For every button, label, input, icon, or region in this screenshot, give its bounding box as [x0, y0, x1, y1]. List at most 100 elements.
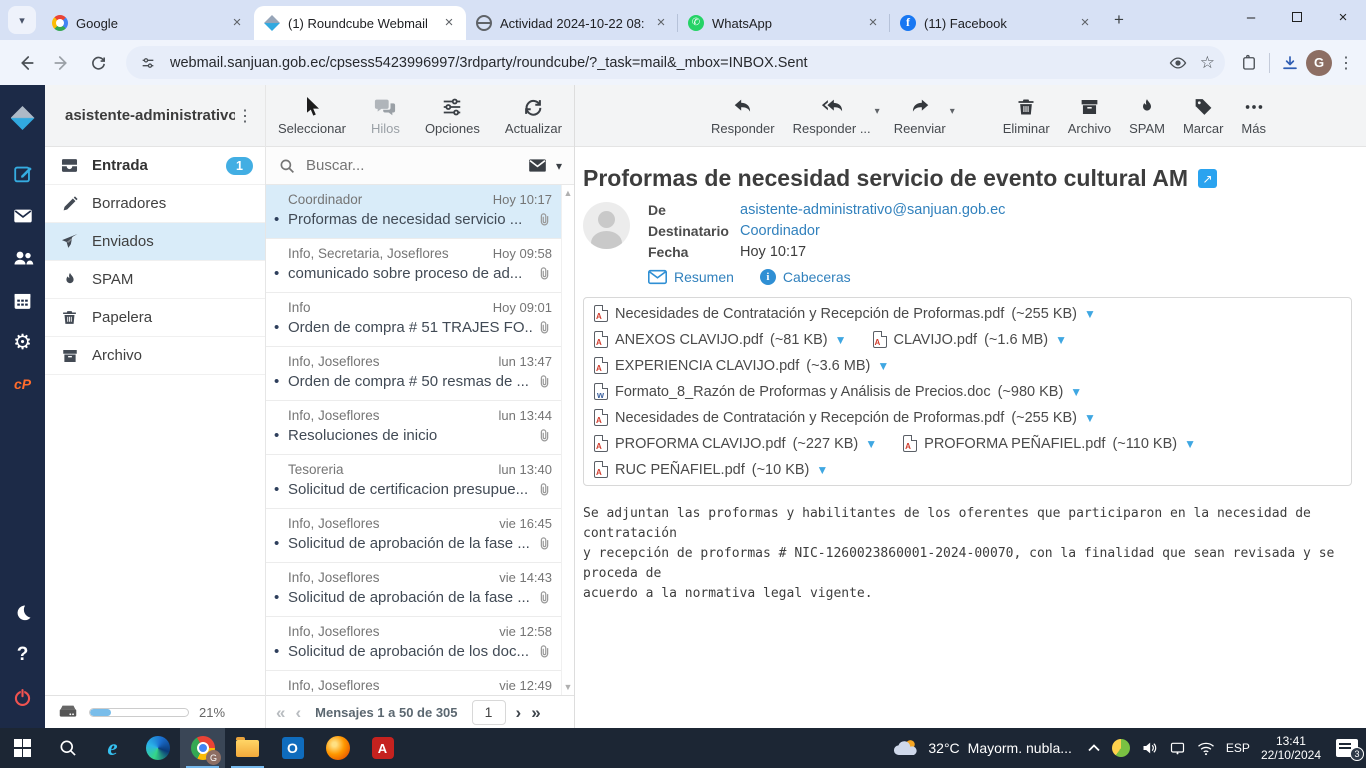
logout-button[interactable]: [0, 676, 45, 718]
weather-widget[interactable]: 32°C Mayorm. nubla...: [892, 737, 1072, 759]
antivirus-tray-icon[interactable]: [1112, 739, 1130, 757]
attachment-name[interactable]: PROFORMA CLAVIJO.pdf: [615, 436, 786, 452]
attachment-item[interactable]: RUC PEÑAFIEL.pdf (~10 KB) ▼: [594, 461, 828, 478]
url-text[interactable]: webmail.sanjuan.gob.ec/cpsess5423996997/…: [170, 55, 1156, 71]
prev-page-icon[interactable]: ‹: [295, 704, 301, 721]
folder-sent[interactable]: Enviados: [45, 223, 265, 261]
window-close-button[interactable]: ×: [1320, 0, 1366, 34]
forward-menu-icon[interactable]: ▾: [950, 106, 955, 117]
calendar-nav-button[interactable]: [0, 279, 45, 321]
attachment-item[interactable]: CLAVIJO.pdf (~1.6 MB) ▼: [873, 331, 1068, 348]
taskbar-clock[interactable]: 13:41 22/10/2024: [1261, 734, 1321, 762]
message-row[interactable]: Info, Joseflores vie 16:45 • Solicitud d…: [266, 509, 574, 563]
message-row[interactable]: Info, Joseflores lun 13:47 • Orden de co…: [266, 347, 574, 401]
attachment-menu-icon[interactable]: ▼: [1070, 385, 1082, 399]
window-restore-button[interactable]: [1274, 0, 1320, 34]
message-row[interactable]: Info, Joseflores lun 13:44 • Resolucione…: [266, 401, 574, 455]
compose-button[interactable]: [0, 153, 45, 195]
message-row[interactable]: Info Hoy 09:01 • Orden de compra # 51 TR…: [266, 293, 574, 347]
attachment-menu-icon[interactable]: ▼: [877, 359, 889, 373]
back-button[interactable]: [10, 47, 42, 79]
tab-search-button[interactable]: ▾: [8, 6, 36, 34]
edge-button[interactable]: [135, 728, 180, 768]
archive-button[interactable]: Archivo: [1062, 92, 1117, 140]
meet-now-icon[interactable]: [1169, 740, 1186, 756]
attachment-name[interactable]: PROFORMA PEÑAFIEL.pdf: [924, 436, 1105, 452]
browser-tab[interactable]: (11) Facebook ×: [890, 6, 1102, 40]
language-indicator[interactable]: ESP: [1226, 741, 1250, 755]
search-options-chevron-icon[interactable]: ▾: [556, 159, 562, 173]
attachment-menu-icon[interactable]: ▼: [835, 333, 847, 347]
open-in-new-window-icon[interactable]: ↗: [1198, 169, 1217, 188]
tab-close-icon[interactable]: ×: [864, 14, 882, 32]
attachment-menu-icon[interactable]: ▼: [1184, 437, 1196, 451]
internet-explorer-button[interactable]: e: [90, 728, 135, 768]
select-button[interactable]: Seleccionar: [272, 92, 352, 140]
attachment-item[interactable]: EXPERIENCIA CLAVIJO.pdf (~3.6 MB) ▼: [594, 357, 889, 374]
dark-mode-button[interactable]: [0, 592, 45, 634]
browser-tab[interactable]: (1) Roundcube Webmail :: En ×: [254, 6, 466, 40]
delete-button[interactable]: Eliminar: [997, 92, 1056, 140]
summary-link[interactable]: Resumen: [674, 269, 734, 285]
browser-tab[interactable]: WhatsApp ×: [678, 6, 890, 40]
more-button[interactable]: Más: [1235, 92, 1272, 140]
reply-all-menu-icon[interactable]: ▾: [875, 106, 880, 117]
downloads-icon[interactable]: [1278, 51, 1302, 75]
tab-close-icon[interactable]: ×: [228, 14, 246, 32]
reply-all-button[interactable]: Responder ...: [787, 92, 877, 140]
attachment-menu-icon[interactable]: ▼: [1084, 307, 1096, 321]
action-center-icon[interactable]: 3: [1336, 739, 1358, 757]
scroll-down-icon[interactable]: ▼: [564, 682, 573, 692]
attachment-menu-icon[interactable]: ▼: [865, 437, 877, 451]
bookmark-star-icon[interactable]: ☆: [1200, 53, 1215, 73]
headers-link[interactable]: Cabeceras: [783, 269, 851, 285]
folder-archive[interactable]: Archivo: [45, 337, 265, 375]
cpanel-button[interactable]: cP: [0, 363, 45, 405]
page-number-input[interactable]: 1: [472, 700, 506, 725]
forward-button[interactable]: [46, 47, 78, 79]
mark-button[interactable]: Marcar: [1177, 92, 1229, 140]
folder-spam[interactable]: SPAM: [45, 261, 265, 299]
reply-button[interactable]: Responder: [705, 92, 781, 140]
to-link[interactable]: Coordinador: [740, 223, 820, 239]
attachment-item[interactable]: Necesidades de Contratación y Recepción …: [594, 409, 1096, 426]
attachment-item[interactable]: Necesidades de Contratación y Recepción …: [594, 305, 1096, 322]
tab-close-icon[interactable]: ×: [1076, 14, 1094, 32]
folder-drafts[interactable]: Borradores: [45, 185, 265, 223]
attachment-name[interactable]: Formato_8_Razón de Proformas y Análisis …: [615, 384, 991, 400]
message-row[interactable]: Info, Secretaria, Joseflores Hoy 09:58 •…: [266, 239, 574, 293]
browser-tab[interactable]: Actividad 2024-10-22 08:00: ×: [466, 6, 678, 40]
refresh-list-button[interactable]: Actualizar: [499, 92, 568, 140]
volume-icon[interactable]: [1141, 740, 1158, 756]
attachment-menu-icon[interactable]: ▼: [816, 463, 828, 477]
firefox-button[interactable]: [315, 728, 360, 768]
attachment-menu-icon[interactable]: ▼: [1055, 333, 1067, 347]
attachment-name[interactable]: ANEXOS CLAVIJO.pdf: [615, 332, 763, 348]
tray-expand-chevron-icon[interactable]: [1087, 743, 1101, 753]
preview-eye-icon[interactable]: [1166, 51, 1190, 75]
help-button[interactable]: ?: [0, 634, 45, 676]
message-row[interactable]: Info, Joseflores vie 14:43 • Solicitud d…: [266, 563, 574, 617]
options-button[interactable]: Opciones: [419, 92, 486, 140]
message-row[interactable]: Tesoreria lun 13:40 • Solicitud de certi…: [266, 455, 574, 509]
address-bar[interactable]: webmail.sanjuan.gob.ec/cpsess5423996997/…: [126, 46, 1225, 79]
start-button[interactable]: [0, 728, 45, 768]
message-row[interactable]: Info, Joseflores vie 12:49 •: [266, 671, 574, 695]
folder-trash[interactable]: Papelera: [45, 299, 265, 337]
tab-close-icon[interactable]: ×: [440, 14, 458, 32]
attachment-name[interactable]: CLAVIJO.pdf: [894, 332, 978, 348]
attachment-name[interactable]: Necesidades de Contratación y Recepción …: [615, 306, 1004, 322]
refresh-button[interactable]: [82, 47, 114, 79]
browser-menu-icon[interactable]: ⋮: [1336, 53, 1356, 73]
search-bar[interactable]: Buscar... ▾: [266, 147, 574, 185]
spam-button[interactable]: SPAM: [1123, 92, 1171, 140]
search-scope-mail-icon[interactable]: [527, 155, 548, 176]
first-page-icon[interactable]: «: [276, 704, 285, 721]
attachment-name[interactable]: Necesidades de Contratación y Recepción …: [615, 410, 1004, 426]
attachment-item[interactable]: ANEXOS CLAVIJO.pdf (~81 KB) ▼: [594, 331, 847, 348]
site-settings-icon[interactable]: [136, 51, 160, 75]
from-address-link[interactable]: asistente-administrativo@sanjuan.gob.ec: [740, 202, 1005, 218]
contacts-nav-button[interactable]: [0, 237, 45, 279]
forward-mail-button[interactable]: Reenviar: [888, 92, 952, 140]
settings-nav-button[interactable]: ⚙: [0, 321, 45, 363]
